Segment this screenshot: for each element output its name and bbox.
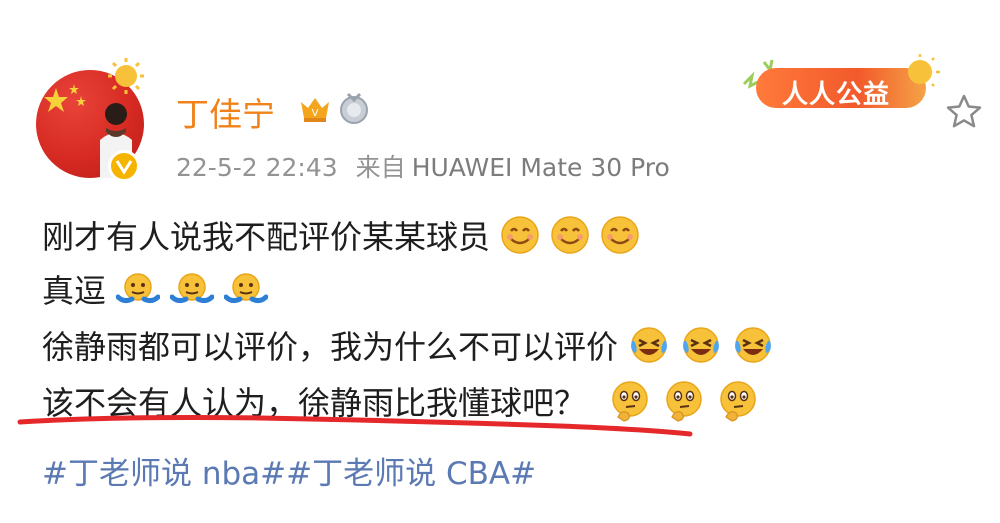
red-underline-annotation (17, 415, 693, 437)
hashtags-link[interactable]: #丁老师说 nba##丁老师说 CBA# (42, 448, 536, 493)
